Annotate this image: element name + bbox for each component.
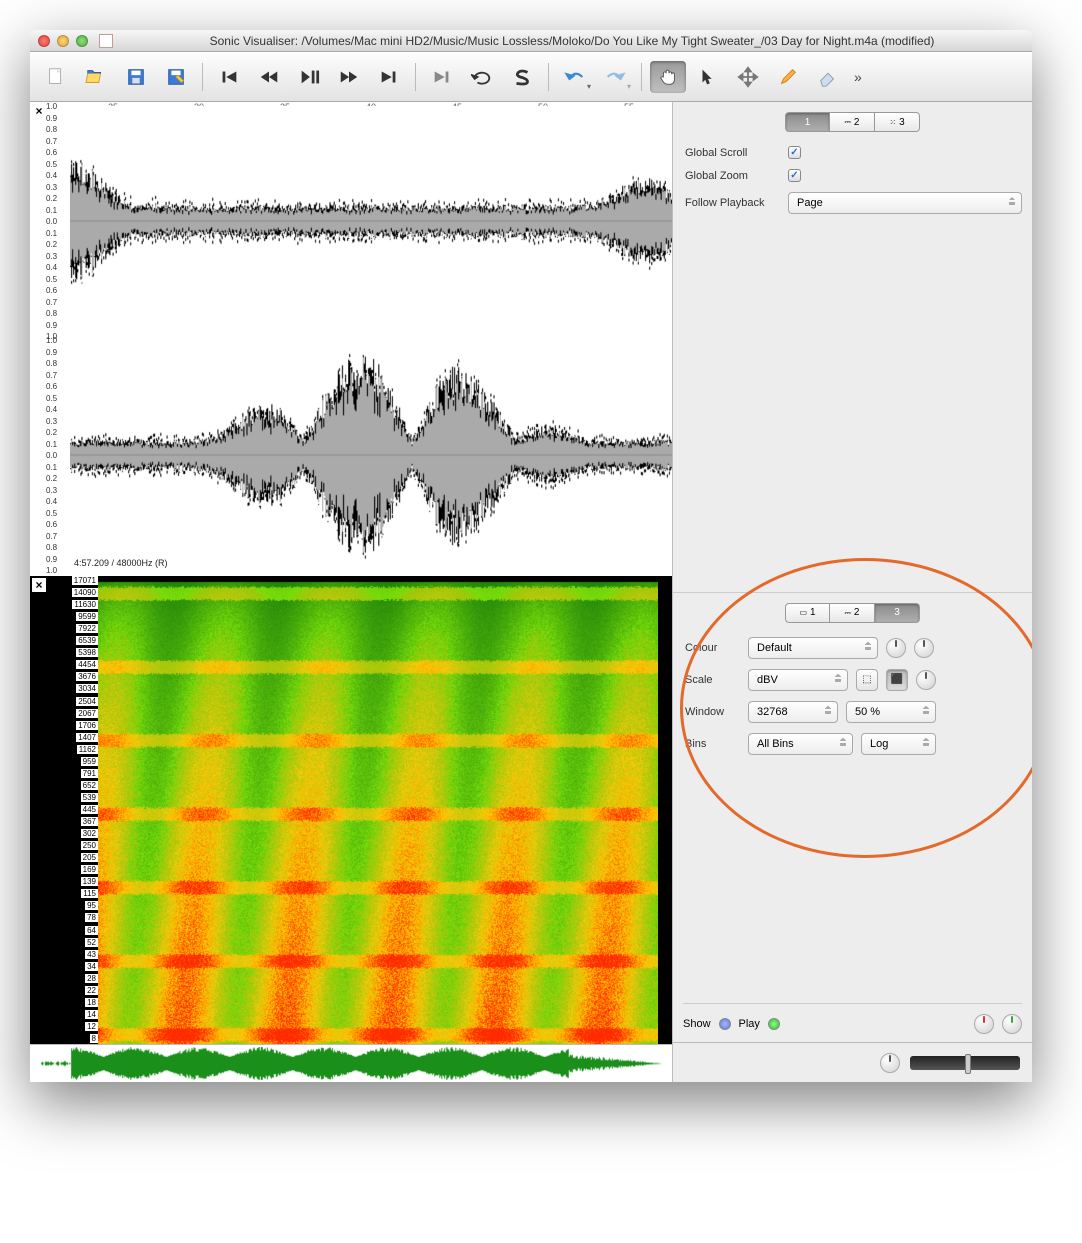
save-button[interactable] (118, 61, 154, 93)
new-button[interactable] (38, 61, 74, 93)
fast-forward-button[interactable] (331, 61, 367, 93)
right-column: 1 ⎓2 ⁙3 Global Scroll ✓ Global Zoom ✓ Fo… (672, 102, 1032, 1082)
play-label: Play (739, 1018, 760, 1030)
pan-knob[interactable] (974, 1014, 994, 1034)
hand-tool-button[interactable] (650, 61, 686, 93)
close-window-button[interactable] (38, 35, 50, 47)
pointer-tool-button[interactable] (690, 61, 726, 93)
play-selection-button[interactable] (424, 61, 460, 93)
volume-slider[interactable] (910, 1056, 1020, 1070)
play-pause-button[interactable] (291, 61, 327, 93)
follow-playback-label: Follow Playback (685, 197, 780, 209)
spectrogram-canvas (98, 576, 672, 1044)
app-window: Sonic Visualiser: /Volumes/Mac mini HD2/… (30, 30, 1032, 1082)
play-toggle[interactable] (768, 1018, 780, 1030)
close-pane-button[interactable]: × (32, 104, 46, 118)
playback-speed-knob[interactable] (880, 1053, 900, 1073)
layer-tab-2[interactable]: ⎓2 (830, 603, 875, 623)
global-scroll-checkbox[interactable]: ✓ (788, 146, 801, 159)
layer-tabs-1: 1 ⎓2 ⁙3 (683, 112, 1022, 132)
skip-start-button[interactable] (211, 61, 247, 93)
global-scroll-label: Global Scroll (685, 147, 780, 159)
gain-knob[interactable] (916, 670, 936, 690)
close-pane-button[interactable]: × (32, 578, 46, 592)
waveform-info-text: 4:57.209 / 48000Hz (R) (74, 558, 168, 568)
gain-play-knob[interactable] (1002, 1014, 1022, 1034)
layer-tabs-2: ▭1 ⎓2 3 (683, 603, 1022, 623)
overview-pane[interactable] (30, 1044, 672, 1082)
scale-select[interactable]: dBV (748, 669, 848, 691)
scale-label: Scale (685, 674, 740, 686)
normalize-columns-button[interactable]: ⬚ (856, 669, 878, 691)
left-column: × 25 30 35 40 45 50 55 1.00.90.80.70.60.… (30, 102, 672, 1082)
undo-button[interactable]: ▾ (557, 61, 593, 93)
redo-button[interactable]: ▾ (597, 61, 633, 93)
open-button[interactable] (78, 61, 114, 93)
save-as-button[interactable] (158, 61, 194, 93)
toolbar: ▾ ▾ » (30, 52, 1032, 102)
solo-button[interactable] (504, 61, 540, 93)
frequency-axis: 1707114090116309599792265395398445436763… (46, 576, 98, 1044)
eraser-tool-button[interactable] (810, 61, 846, 93)
waveform-channel-right (70, 340, 672, 570)
amplitude-axis-l: 1.00.90.80.70.60.50.40.30.20.10.00.10.20… (46, 102, 68, 574)
colour-label: Colour (685, 642, 740, 654)
move-tool-button[interactable] (730, 61, 766, 93)
waveform-pane[interactable]: × 25 30 35 40 45 50 55 1.00.90.80.70.60.… (30, 102, 672, 574)
minimize-window-button[interactable] (57, 35, 69, 47)
properties-panel-1: 1 ⎓2 ⁙3 Global Scroll ✓ Global Zoom ✓ Fo… (673, 102, 1032, 592)
layer-tab-1[interactable]: ▭1 (785, 603, 830, 623)
bins-label: Bins (685, 738, 740, 750)
colour-rotation-knob[interactable] (886, 638, 906, 658)
layer-tab-3[interactable]: ⁙3 (875, 112, 920, 132)
spectrogram-pane[interactable]: × 17071140901163095997922653953984454367… (30, 576, 672, 1044)
global-zoom-checkbox[interactable]: ✓ (788, 169, 801, 182)
titlebar: Sonic Visualiser: /Volumes/Mac mini HD2/… (30, 30, 1032, 52)
normalize-visible-button[interactable]: ⬛ (886, 669, 908, 691)
window-size-select[interactable]: 32768 (748, 701, 838, 723)
bins-select[interactable]: All Bins (748, 733, 853, 755)
layer-tab-2[interactable]: ⎓2 (830, 112, 875, 132)
follow-playback-select[interactable]: Page (788, 192, 1022, 214)
waveform-channel-left (70, 106, 672, 336)
colour-threshold-knob[interactable] (914, 638, 934, 658)
maximize-window-button[interactable] (76, 35, 88, 47)
window-label: Window (685, 706, 740, 718)
show-toggle[interactable] (719, 1018, 731, 1030)
properties-panel-2: ▭1 ⎓2 3 Colour Default Scale dBV ⬚ ⬛ (673, 592, 1032, 1083)
layer-tab-3[interactable]: 3 (875, 603, 920, 623)
app-icon (99, 34, 113, 48)
pencil-tool-button[interactable] (770, 61, 806, 93)
show-label: Show (683, 1018, 711, 1030)
skip-end-button[interactable] (371, 61, 407, 93)
status-bar (673, 1042, 1032, 1082)
colour-select[interactable]: Default (748, 637, 878, 659)
bins-scale-select[interactable]: Log (861, 733, 936, 755)
loop-selection-button[interactable] (464, 61, 500, 93)
window-title: Sonic Visualiser: /Volumes/Mac mini HD2/… (120, 34, 1024, 48)
content-area: × 25 30 35 40 45 50 55 1.00.90.80.70.60.… (30, 102, 1032, 1082)
layer-tab-1[interactable]: 1 (785, 112, 830, 132)
global-zoom-label: Global Zoom (685, 170, 780, 182)
toolbar-overflow-button[interactable]: » (850, 69, 866, 85)
window-overlap-select[interactable]: 50 % (846, 701, 936, 723)
rewind-button[interactable] (251, 61, 287, 93)
